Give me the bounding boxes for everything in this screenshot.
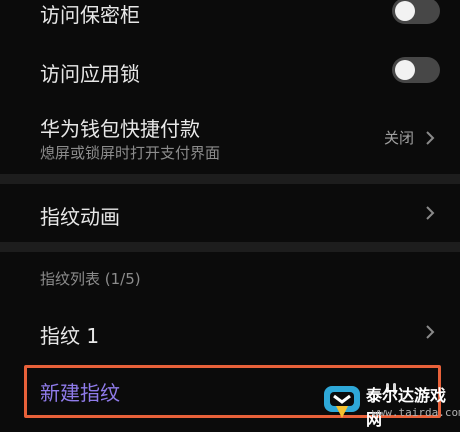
wallet-status-value: 关闭 xyxy=(384,129,415,147)
row-fingerprint-1[interactable]: 指纹 1 xyxy=(0,310,460,356)
fingerprint-list-title: 指纹列表 (1/5) xyxy=(40,270,141,288)
app-lock-toggle[interactable] xyxy=(392,57,440,83)
toggle-knob xyxy=(395,1,415,21)
row-wallet-quick-pay[interactable]: 华为钱包快捷付款 熄屏或锁屏时打开支付界面 关闭 xyxy=(0,105,460,170)
wallet-label: 华为钱包快捷付款 xyxy=(40,117,200,141)
animation-label: 指纹动画 xyxy=(40,205,120,229)
watermark-logo-icon xyxy=(324,386,360,418)
section-divider xyxy=(0,174,460,184)
row-app-lock[interactable]: 访问应用锁 xyxy=(0,50,460,94)
section-divider xyxy=(0,242,460,252)
chevron-right-icon xyxy=(426,325,435,339)
row-fingerprint-animation[interactable]: 指纹动画 xyxy=(0,188,460,238)
safe-box-label: 访问保密柜 xyxy=(40,3,140,27)
row-safe-box[interactable]: 访问保密柜 xyxy=(0,0,460,28)
toggle-knob xyxy=(395,60,415,80)
app-lock-label: 访问应用锁 xyxy=(40,62,140,86)
wallet-subtitle: 熄屏或锁屏时打开支付界面 xyxy=(40,144,221,162)
chevron-right-icon xyxy=(426,131,435,145)
new-fingerprint-button[interactable]: 新建指纹 xyxy=(40,377,120,406)
chevron-right-icon xyxy=(426,206,435,220)
safe-box-toggle[interactable] xyxy=(392,0,440,24)
site-watermark: 泰尔达游戏网 www.tairda.com xyxy=(322,378,460,429)
watermark-url: www.tairda.com xyxy=(372,406,460,419)
fingerprint-item-label: 指纹 1 xyxy=(40,324,100,348)
